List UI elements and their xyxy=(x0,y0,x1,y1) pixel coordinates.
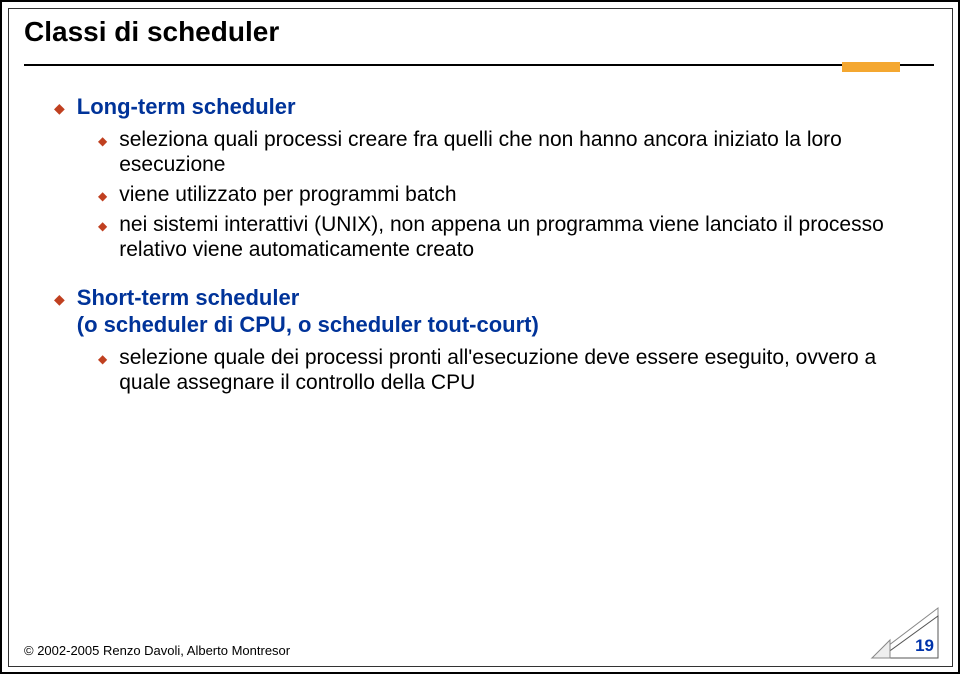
section-2-items: ◆ selezione quale dei processi pronti al… xyxy=(98,345,898,396)
diamond-bullet-icon: ◆ xyxy=(54,291,65,339)
heading-line-2: (o scheduler di CPU, o scheduler tout-co… xyxy=(77,312,539,337)
content-area: ◆ Long-term scheduler ◆ seleziona quali … xyxy=(54,88,898,402)
diamond-bullet-icon: ◆ xyxy=(98,352,107,396)
diamond-bullet-icon: ◆ xyxy=(98,134,107,178)
heading-text: Long-term scheduler xyxy=(77,94,296,121)
heading-text: Short-term scheduler (o scheduler di CPU… xyxy=(77,285,539,339)
slide: Classi di scheduler ◆ Long-term schedule… xyxy=(0,0,960,674)
bullet-text: selezione quale dei processi pronti all'… xyxy=(119,345,898,396)
rule-accent xyxy=(842,62,900,72)
title-rule xyxy=(24,64,934,70)
bullet-text: seleziona quali processi creare fra quel… xyxy=(119,127,898,178)
bullet-item: ◆ viene utilizzato per programmi batch xyxy=(98,182,898,208)
section-heading-1: ◆ Long-term scheduler xyxy=(54,94,898,121)
diamond-bullet-icon: ◆ xyxy=(54,100,65,121)
section-1-items: ◆ seleziona quali processi creare fra qu… xyxy=(98,127,898,263)
page-number: 19 xyxy=(915,636,934,656)
section-heading-2: ◆ Short-term scheduler (o scheduler di C… xyxy=(54,285,898,339)
bullet-item: ◆ seleziona quali processi creare fra qu… xyxy=(98,127,898,178)
bullet-item: ◆ selezione quale dei processi pronti al… xyxy=(98,345,898,396)
diamond-bullet-icon: ◆ xyxy=(98,219,107,263)
slide-title: Classi di scheduler xyxy=(24,16,279,48)
bullet-text: nei sistemi interattivi (UNIX), non appe… xyxy=(119,212,898,263)
bullet-item: ◆ nei sistemi interattivi (UNIX), non ap… xyxy=(98,212,898,263)
bullet-text: viene utilizzato per programmi batch xyxy=(119,182,456,208)
footer-copyright: © 2002-2005 Renzo Davoli, Alberto Montre… xyxy=(24,643,290,658)
page-corner: 19 xyxy=(870,606,940,660)
diamond-bullet-icon: ◆ xyxy=(98,189,107,208)
heading-line-1: Short-term scheduler xyxy=(77,285,300,310)
